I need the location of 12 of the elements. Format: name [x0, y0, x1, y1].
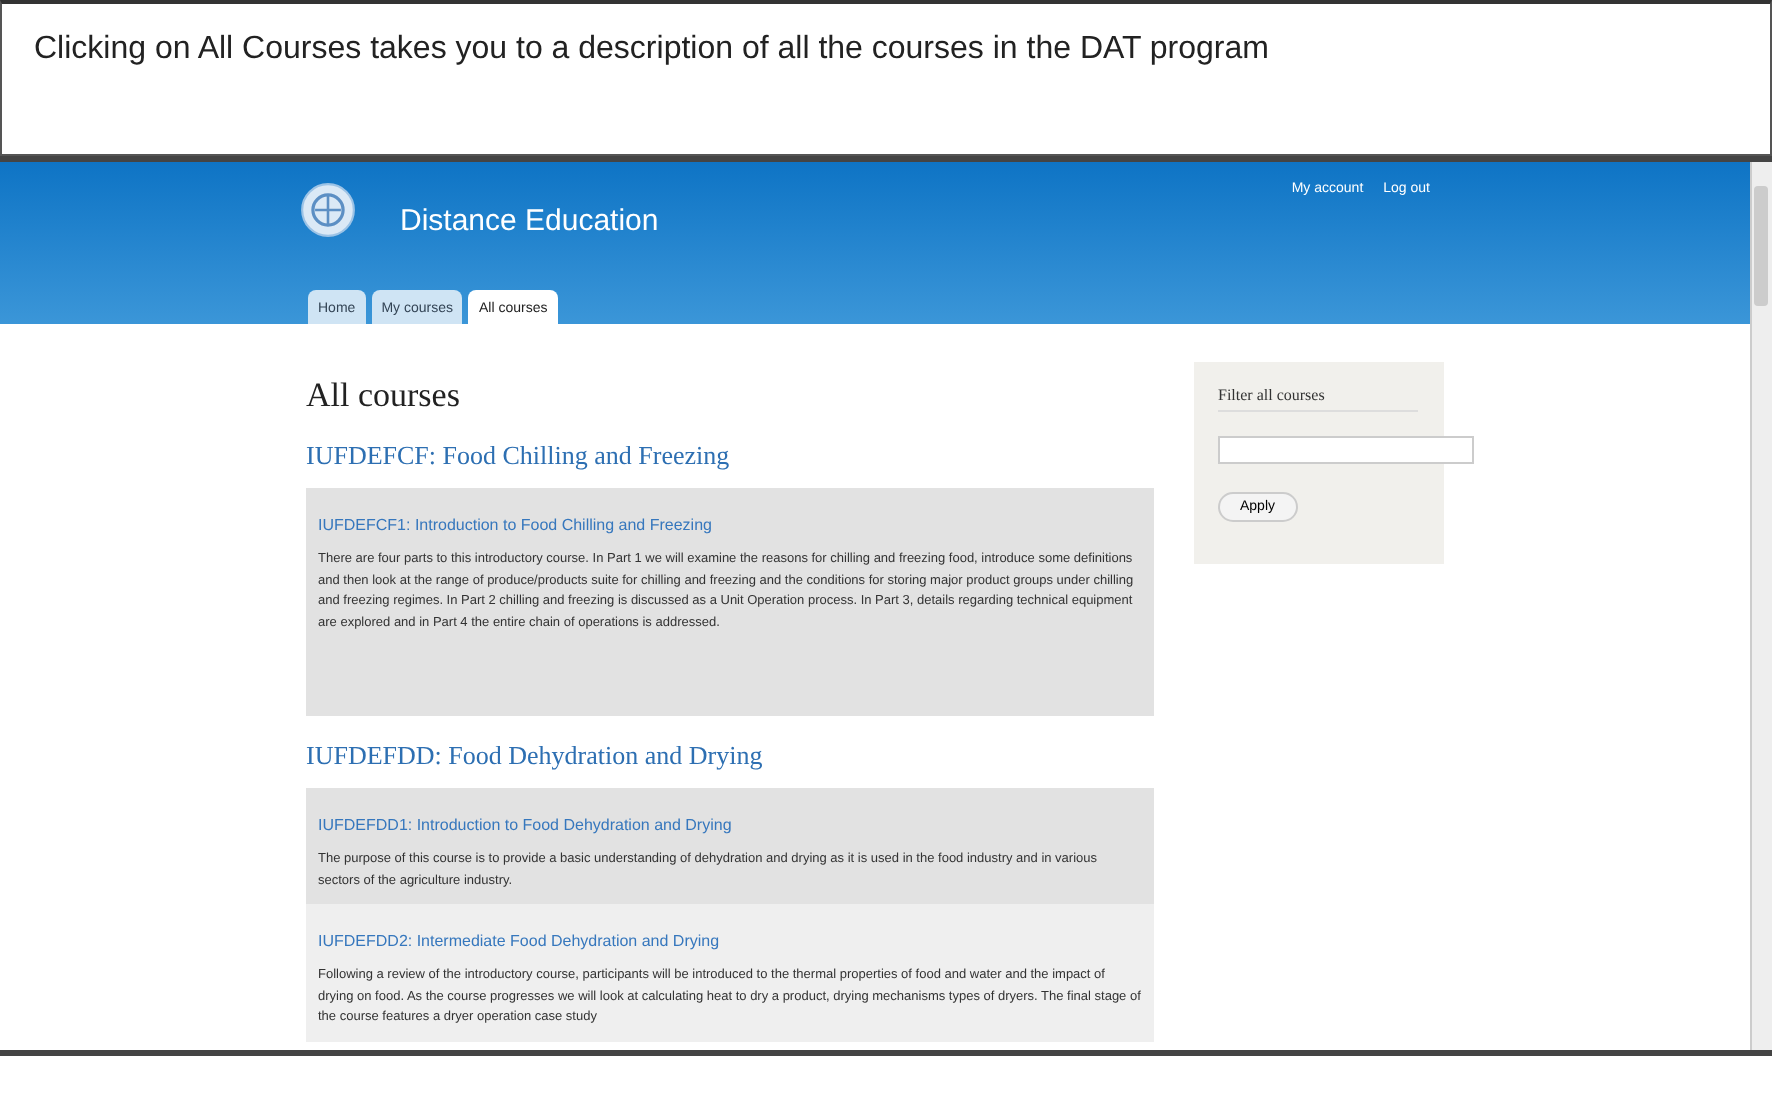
caption-text: Clicking on All Courses takes you to a description of all the courses in the DAT program	[34, 32, 1269, 66]
course-link[interactable]: IUFDEFCF1: Introduction to Food Chilling and Freezing	[318, 516, 712, 534]
globe-logo-icon	[300, 182, 356, 238]
course-group-link[interactable]: IUFDEFDD: Food Dehydration and Drying	[306, 740, 1154, 772]
scrollbar[interactable]	[1750, 162, 1772, 1050]
site-title: Distance Education	[400, 204, 659, 238]
course-group-link[interactable]: IUFDEFCF: Food Chilling and Freezing	[306, 440, 1154, 472]
filter-input-field[interactable]	[1218, 436, 1474, 464]
course-link[interactable]: IUFDEFDD2: Intermediate Food Dehydration and Drying	[318, 932, 720, 950]
filter-title: Filter all courses	[1218, 386, 1418, 412]
course-link[interactable]: IUFDEFDD1: Introduction to Food Dehydration and Drying	[318, 816, 732, 834]
page-heading: All courses	[306, 376, 462, 416]
